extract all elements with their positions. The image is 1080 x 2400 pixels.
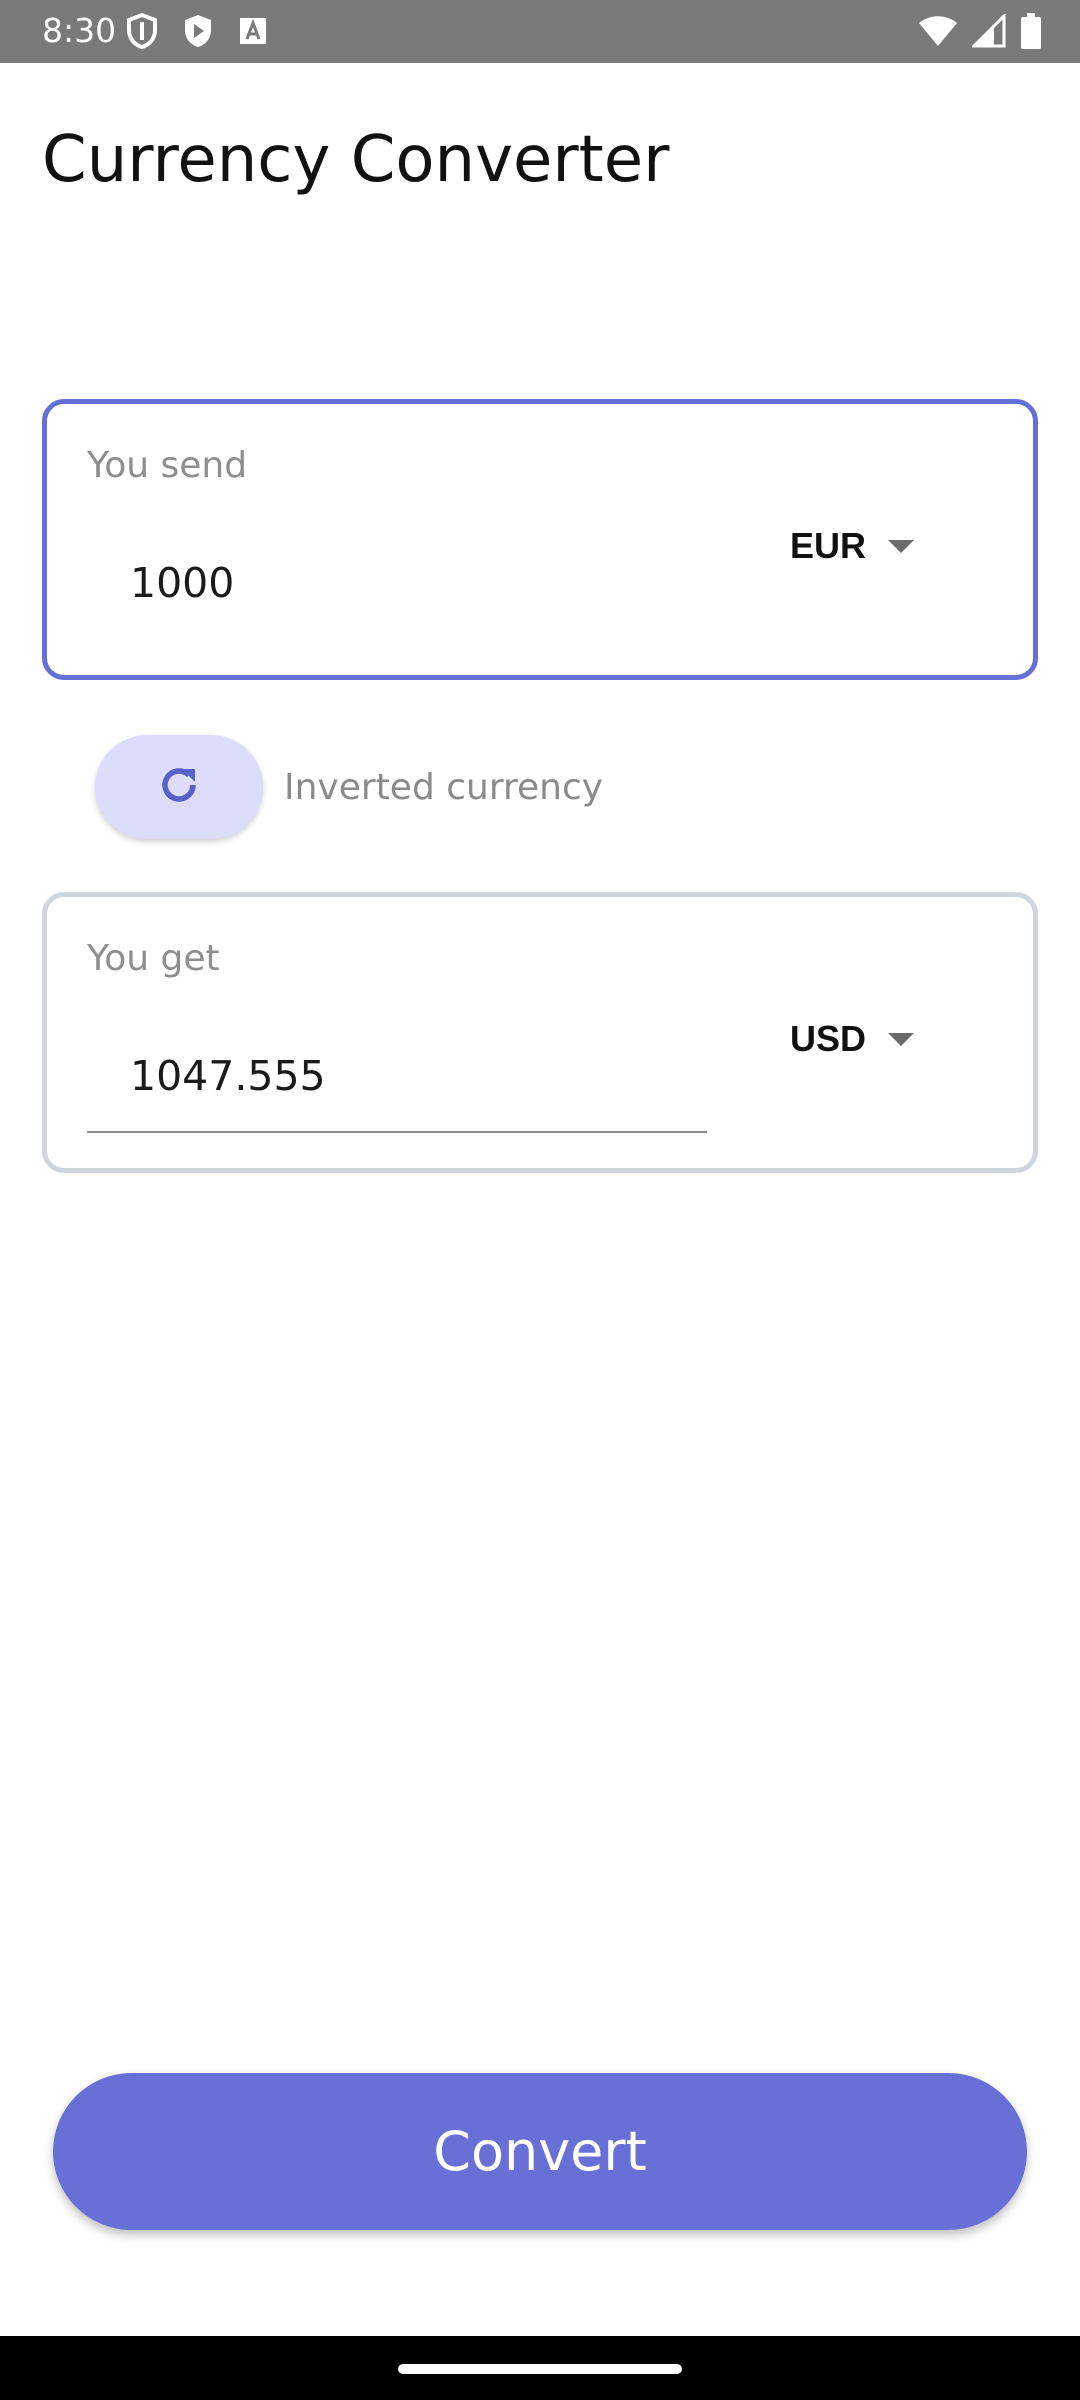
get-currency-dropdown[interactable]: USD (790, 1009, 915, 1069)
get-amount-underline (87, 1131, 707, 1133)
status-right-icons (918, 13, 1042, 49)
status-time: 8:30 (42, 11, 117, 50)
send-card: You send EUR (42, 399, 1038, 680)
play-protect-icon (182, 13, 214, 49)
convert-button[interactable]: Convert (53, 2073, 1027, 2230)
invert-currency-button[interactable] (95, 735, 263, 839)
get-currency-value: USD (790, 1018, 867, 1059)
caret-down-icon (888, 1032, 915, 1046)
keyboard-a-icon (238, 16, 268, 46)
shield-icon (126, 13, 158, 49)
get-amount-input[interactable] (87, 1045, 707, 1107)
invert-row: Inverted currency (95, 735, 603, 839)
send-amount-input[interactable] (87, 552, 707, 614)
send-currency-dropdown[interactable]: EUR (790, 516, 915, 576)
signal-icon (972, 14, 1006, 48)
refresh-icon (155, 761, 203, 813)
caret-down-icon (888, 539, 915, 553)
battery-icon (1020, 13, 1042, 49)
get-label: You get (87, 938, 220, 979)
invert-label: Inverted currency (284, 766, 604, 808)
navigation-bar (0, 2336, 1080, 2400)
status-left-icons (126, 13, 268, 49)
wifi-icon (918, 14, 958, 48)
get-card: You get USD (42, 892, 1038, 1173)
page-title: Currency Converter (42, 123, 670, 197)
home-handle[interactable] (398, 2364, 682, 2374)
status-bar: 8:30 (0, 0, 1080, 63)
send-currency-value: EUR (790, 525, 867, 566)
send-label: You send (87, 445, 248, 486)
